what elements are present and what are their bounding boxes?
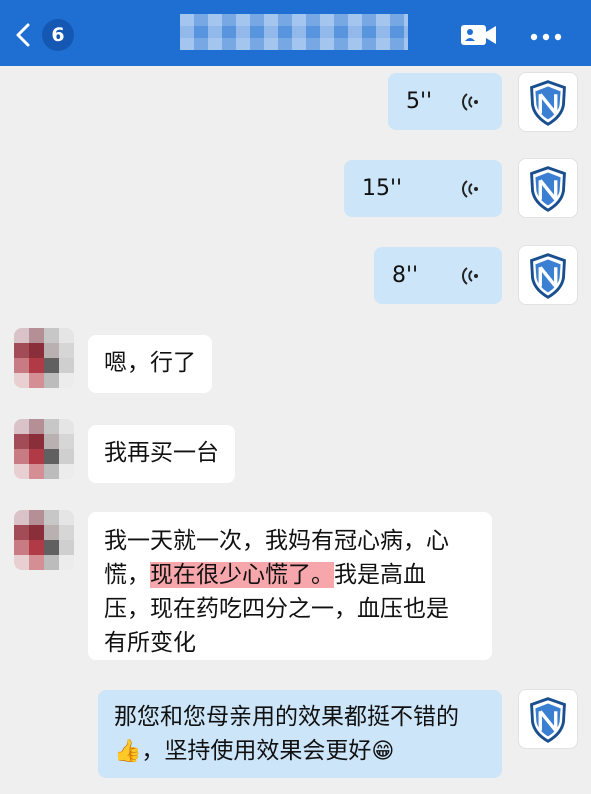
incoming-message[interactable]: 我再买一台	[88, 425, 235, 483]
voice-duration: 5''	[406, 88, 433, 114]
voice-message[interactable]: 5''	[388, 73, 502, 130]
message-line: 有所变化	[104, 630, 196, 656]
voice-wave-icon	[462, 266, 478, 285]
contact-avatar[interactable]	[14, 328, 74, 388]
more-button[interactable]	[528, 28, 564, 41]
user-avatar[interactable]	[518, 72, 578, 132]
voice-wave-icon	[462, 179, 478, 198]
message-text: 我是高血	[334, 562, 426, 588]
video-call-button[interactable]	[460, 22, 498, 48]
shield-logo-icon	[530, 166, 566, 212]
message-line: 慌，现在很少心慌了。我是高血	[104, 558, 476, 592]
chevron-left-icon	[16, 23, 30, 47]
user-avatar[interactable]	[518, 689, 578, 749]
message-text: ，坚持使用效果会更好	[141, 738, 372, 764]
back-button[interactable]: 6	[14, 18, 80, 52]
incoming-message[interactable]: 我一天就一次，我妈有冠心病，心 慌，现在很少心慌了。我是高血 压，现在药吃四分之…	[88, 512, 492, 660]
user-avatar[interactable]	[518, 245, 578, 305]
voice-message[interactable]: 8''	[374, 247, 502, 304]
shield-logo-icon	[530, 253, 566, 299]
message-text: 嗯，行了	[104, 350, 196, 376]
voice-duration: 15''	[362, 175, 403, 201]
message-line: 压，现在药吃四分之一，血压也是	[104, 596, 449, 622]
message-text: 慌，	[104, 562, 150, 588]
thumbs-up-icon: 👍	[114, 739, 142, 764]
more-dots-icon	[530, 33, 562, 41]
grin-emoji-icon: 😁	[371, 739, 395, 764]
top-bar: 6	[0, 0, 591, 66]
message-line: 我一天就一次，我妈有冠心病，心	[104, 528, 449, 554]
contact-avatar[interactable]	[14, 510, 74, 570]
contact-avatar[interactable]	[14, 419, 74, 479]
shield-logo-icon	[530, 697, 566, 743]
voice-message[interactable]: 15''	[344, 160, 502, 217]
message-text: 我再买一台	[104, 440, 219, 466]
chat-title-obscured	[180, 14, 408, 50]
incoming-message[interactable]: 嗯，行了	[88, 335, 212, 393]
voice-duration: 8''	[392, 262, 419, 288]
video-call-icon	[461, 25, 496, 45]
outgoing-message[interactable]: 那您和您母亲用的效果都挺不错的 👍，坚持使用效果会更好😁	[98, 690, 502, 778]
voice-wave-icon	[462, 92, 478, 111]
shield-logo-icon	[530, 80, 566, 126]
highlighted-text: 现在很少心慌了。	[150, 562, 334, 588]
user-avatar[interactable]	[518, 158, 578, 218]
message-line: 那您和您母亲用的效果都挺不错的	[114, 704, 459, 730]
message-line: 👍，坚持使用效果会更好😁	[114, 734, 486, 769]
unread-count-badge: 6	[42, 19, 74, 51]
